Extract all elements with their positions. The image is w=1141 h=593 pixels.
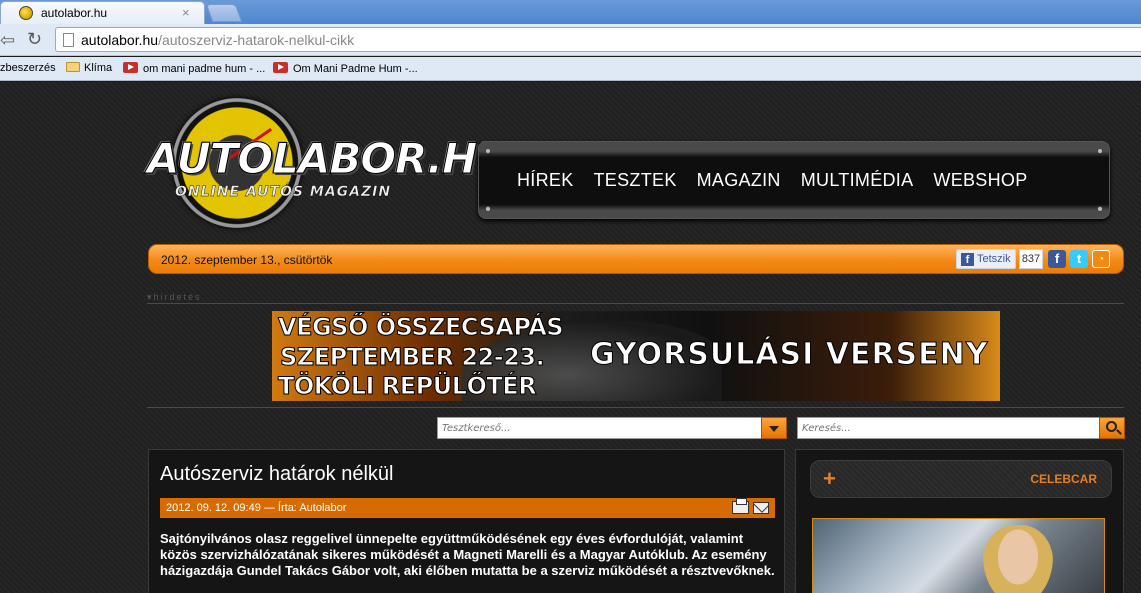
browser-tab[interactable]: autolabor.hu ×	[0, 1, 205, 24]
bookmark-label: Om Mani Padme Hum -...	[293, 63, 418, 75]
email-icon[interactable]	[753, 502, 769, 514]
site-favicon-icon	[19, 6, 33, 20]
bolt-icon	[1097, 206, 1103, 212]
new-tab-button[interactable]	[205, 4, 243, 22]
bookmark-item[interactable]: Om Mani Padme Hum -...	[273, 62, 418, 75]
logo-subtitle: ONLINE AUTÓS MAGAZIN	[175, 184, 392, 200]
bookmark-label: Klíma	[84, 62, 113, 74]
close-tab-icon[interactable]: ×	[182, 5, 190, 20]
tab-title: autolabor.hu	[41, 6, 108, 20]
folder-icon	[66, 62, 80, 72]
rss-icon[interactable]: ◔	[1092, 250, 1110, 268]
date-bar: 2012. szeptember 13., csütörtök Tetszik …	[148, 244, 1124, 274]
banner-line-3: TÖKÖLI REPÜLŐTÉR	[277, 372, 537, 401]
divider	[147, 303, 1124, 304]
bookmark-item[interactable]: om mani padme hum - ...	[123, 62, 265, 75]
celebcar-title: CELEBCAR	[1030, 472, 1097, 486]
celebcar-box: + CELEBCAR	[795, 449, 1124, 593]
bookmark-label: zbeszerzés	[0, 62, 56, 74]
banner-headline: GYORSULÁSI VERSENY	[589, 337, 989, 373]
nav-magazin[interactable]: MAGAZIN	[697, 170, 781, 191]
banner-line-1: VÉGSŐ ÖSSZECSAPÁS	[277, 313, 564, 342]
facebook-like-button[interactable]: Tetszik	[956, 249, 1016, 269]
bolt-icon	[1097, 148, 1103, 154]
ad-label-text: hirdetés	[153, 292, 202, 302]
bookmark-label: om mani padme hum - ...	[143, 63, 266, 75]
address-bar[interactable]: autolabor.hu/autoszerviz-hatarok-nelkul-…	[55, 27, 1141, 52]
youtube-icon	[273, 62, 288, 73]
bolt-icon	[485, 148, 491, 154]
search-input[interactable]	[798, 418, 1099, 439]
tab-strip: autolabor.hu ×	[0, 0, 1141, 24]
url-path: /autoszerviz-hatarok-nelkul-cikk	[158, 32, 355, 48]
logo-text: AUTOLABOR.HU	[146, 134, 510, 184]
article-meta: 2012. 09. 12. 09:49 — Írta: Autolabor	[166, 502, 347, 514]
site-search-field[interactable]	[797, 417, 1100, 439]
article: Autószerviz határok nélkül 2012. 09. 12.…	[148, 449, 785, 593]
bookmarks-bar: zbeszerzés Klíma om mani padme hum - ...…	[0, 57, 1141, 81]
youtube-icon	[123, 62, 138, 73]
divider	[147, 407, 1124, 408]
article-title[interactable]: Autószerviz határok nélkül	[160, 463, 393, 486]
bolt-icon	[485, 206, 491, 212]
page-icon	[63, 33, 74, 47]
article-meta-bar: 2012. 09. 12. 09:49 — Írta: Autolabor	[160, 498, 775, 518]
facebook-icon[interactable]: f	[1048, 250, 1066, 268]
bookmark-folder-klima[interactable]: Klíma	[66, 62, 112, 74]
chevron-down-icon	[769, 426, 779, 432]
like-count: 837	[1019, 249, 1043, 269]
site-logo[interactable]: AUTOLABOR.HU ONLINE AUTÓS MAGAZIN	[146, 94, 511, 234]
test-search-input[interactable]	[438, 418, 761, 439]
banner-line-2: SZEPTEMBER 22-23.	[279, 343, 545, 372]
search-button[interactable]	[1099, 417, 1125, 439]
current-date: 2012. szeptember 13., csütörtök	[161, 253, 333, 267]
celebcar-header[interactable]: + CELEBCAR	[810, 460, 1112, 498]
bookmark-item[interactable]: zbeszerzés	[0, 62, 56, 74]
nav-webshop[interactable]: WEBSHOP	[933, 170, 1027, 191]
test-search-dropdown-button[interactable]	[761, 417, 787, 439]
advertisement-banner[interactable]: VÉGSŐ ÖSSZECSAPÁS SZEPTEMBER 22-23. TÖKÖ…	[272, 311, 1000, 401]
browser-toolbar: ⇦ ↻ autolabor.hu/autoszerviz-hatarok-nel…	[0, 24, 1141, 56]
print-icon[interactable]	[732, 498, 749, 514]
url-domain: autolabor.hu	[81, 32, 159, 48]
test-search-field[interactable]	[437, 417, 762, 439]
nav-multimedia[interactable]: MULTIMÉDIA	[801, 170, 914, 191]
url-text[interactable]: autolabor.hu/autoszerviz-hatarok-nelkul-…	[81, 32, 354, 48]
article-lead: Sajtónyilvános olasz reggelivel ünnepelt…	[160, 531, 775, 578]
reload-icon[interactable]: ↻	[27, 29, 42, 50]
celebcar-photo[interactable]	[812, 518, 1105, 593]
main-navigation: HÍREK TESZTEK MAGAZIN MULTIMÉDIA WEBSHOP	[478, 141, 1110, 219]
back-arrow-icon[interactable]: ⇦	[0, 30, 15, 51]
nav-tesztek[interactable]: TESZTEK	[594, 170, 677, 191]
plus-icon: +	[823, 466, 836, 491]
ad-label: ▾hirdetés	[147, 292, 202, 302]
search-icon	[1106, 421, 1117, 432]
web-page: AUTOLABOR.HU ONLINE AUTÓS MAGAZIN HÍREK …	[0, 82, 1141, 593]
twitter-icon[interactable]: t	[1070, 250, 1088, 268]
nav-hirek[interactable]: HÍREK	[517, 170, 574, 191]
photo-subject	[983, 525, 1053, 593]
